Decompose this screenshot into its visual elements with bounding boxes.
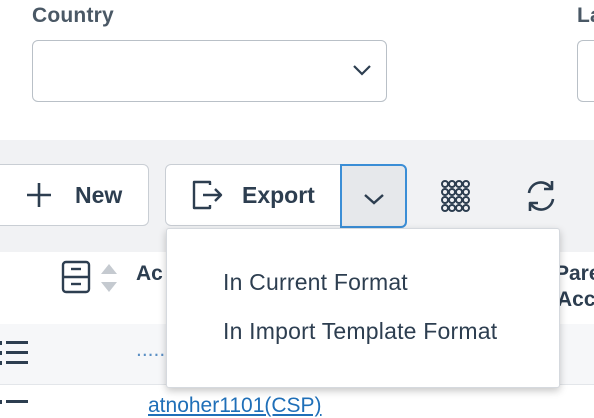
menu-item-import-template-format[interactable]: In Import Template Format [223,318,497,345]
refresh-icon [527,181,555,211]
filter-area: Country La [0,0,594,140]
sort-icon[interactable] [100,262,118,294]
export-button-label: Export [242,181,315,208]
plus-icon [27,183,51,207]
column-header-parent-line2: Acco [557,288,594,311]
column-header-account[interactable]: Ac [136,262,163,286]
chevron-down-icon [364,194,384,205]
country-label: Country [32,4,114,27]
new-button[interactable]: New [0,164,149,226]
account-link[interactable]: atnoher1101(CSP) [148,394,322,418]
table-row[interactable]: atnoher1101(CSP) [0,385,594,417]
filing-cabinet-icon[interactable] [61,260,91,294]
refresh-button[interactable] [524,178,560,214]
column-header-parent[interactable]: Pare [555,262,594,286]
export-menu: In Current Format In Import Template For… [166,228,560,388]
next-field-label: La [577,4,594,27]
country-select[interactable] [32,40,387,102]
list-icon[interactable] [0,340,30,366]
grid-icon [441,180,470,212]
menu-item-current-format[interactable]: In Current Format [223,269,408,296]
export-dropdown-toggle[interactable] [340,164,407,228]
export-button[interactable]: Export [165,164,341,226]
column-chooser-button[interactable] [440,180,474,214]
export-icon [192,180,223,210]
next-field-select[interactable] [577,40,594,102]
chevron-down-icon [353,65,371,76]
list-icon[interactable] [0,399,30,407]
new-button-label: New [75,181,123,208]
